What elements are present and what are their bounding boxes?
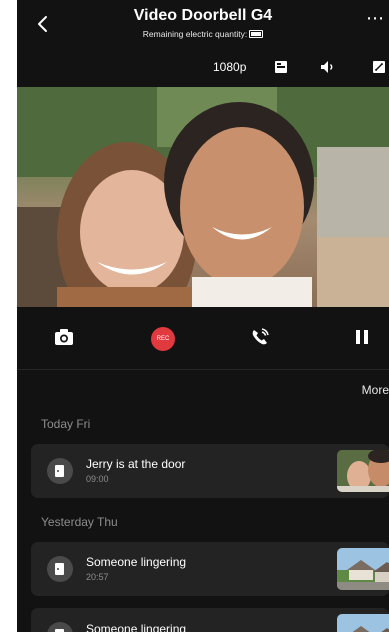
event-title: Someone lingering [86,555,187,569]
day-label-yesterday: Yesterday Thu [41,515,118,529]
event-card[interactable]: Someone lingering 20:57 [31,542,389,596]
record-button[interactable]: REC [151,327,175,351]
divider [17,369,389,370]
more-events-link[interactable]: More [362,383,389,397]
event-card[interactable]: Someone lingering [31,608,389,632]
event-time: 09:00 [86,474,109,484]
call-icon[interactable] [249,326,271,348]
screenshot-mode-icon[interactable] [273,59,289,75]
door-icon [47,556,73,582]
header: Video Doorbell G4 Remaining electric qua… [17,0,389,46]
doorbell-screen: Video Doorbell G4 Remaining electric qua… [17,0,389,632]
page-title: Video Doorbell G4 [133,7,273,24]
fullscreen-icon[interactable] [371,59,387,75]
battery-status: Remaining electric quantity: [17,29,389,39]
door-icon [47,622,73,632]
event-thumbnail [337,450,389,492]
event-thumbnail [337,548,389,590]
stream-toolbar: 1080p [17,54,389,80]
event-title: Someone lingering [86,622,187,632]
live-video[interactable] [17,87,389,307]
resolution-button[interactable]: 1080p [213,60,246,74]
event-card[interactable]: Jerry is at the door 09:00 [31,444,389,498]
door-icon [47,458,73,484]
event-time: 20:57 [86,572,109,582]
battery-icon [249,30,264,38]
camera-icon[interactable] [53,326,75,348]
event-thumbnail [337,614,389,632]
video-controls: REC [17,318,389,358]
event-title: Jerry is at the door [86,457,186,471]
speaker-icon[interactable] [319,59,335,75]
live-video-frame [17,87,389,307]
more-options-icon[interactable]: ⋯ [366,8,385,29]
day-label-today: Today Fri [41,417,91,431]
pause-icon[interactable] [351,326,373,348]
battery-status-label: Remaining electric quantity: [142,29,248,39]
